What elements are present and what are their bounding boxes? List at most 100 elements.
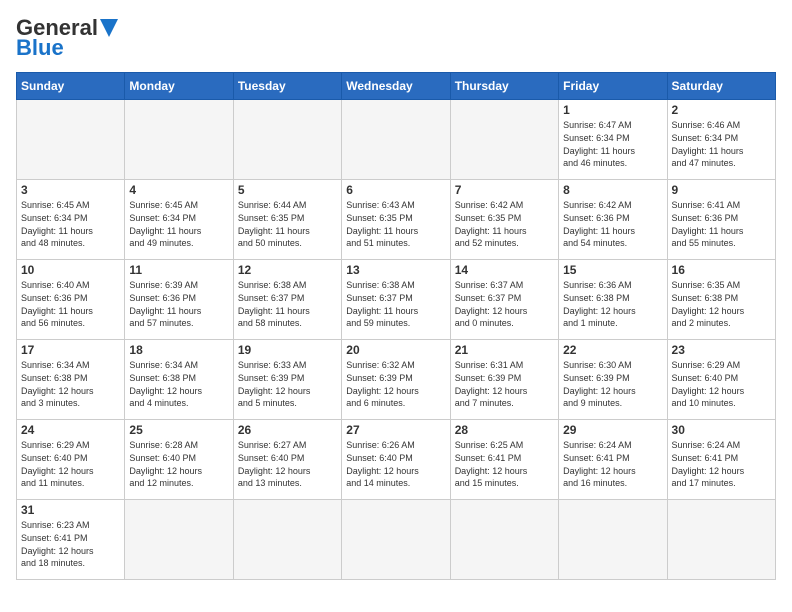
calendar-day-cell	[233, 500, 341, 580]
day-info: Sunrise: 6:23 AM Sunset: 6:41 PM Dayligh…	[21, 519, 120, 569]
calendar-day-cell: 1 Sunrise: 6:47 AM Sunset: 6:34 PM Daylig…	[559, 100, 667, 180]
day-number: 16	[672, 263, 771, 277]
weekday-header: Saturday	[667, 73, 775, 100]
day-info: Sunrise: 6:44 AM Sunset: 6:35 PM Dayligh…	[238, 199, 337, 249]
day-number: 4	[129, 183, 228, 197]
day-info: Sunrise: 6:32 AM Sunset: 6:39 PM Dayligh…	[346, 359, 445, 409]
calendar-day-cell: 23Sunrise: 6:29 AM Sunset: 6:40 PM Dayli…	[667, 340, 775, 420]
day-number: 24	[21, 423, 120, 437]
day-info: Sunrise: 6:41 AM Sunset: 6:36 PM Dayligh…	[672, 199, 771, 249]
day-info: Sunrise: 6:36 AM Sunset: 6:38 PM Dayligh…	[563, 279, 662, 329]
calendar-day-cell: 12 Sunrise: 6:38 AM Sunset: 6:37 PM Dayli…	[233, 260, 341, 340]
day-info: Sunrise: 6:42 AM Sunset: 6:36 PM Dayligh…	[563, 199, 662, 249]
calendar-day-cell: 26 Sunrise: 6:27 AM Sunset: 6:40 PM Dayli…	[233, 420, 341, 500]
calendar-day-cell	[450, 500, 558, 580]
day-info: Sunrise: 6:35 AM Sunset: 6:38 PM Dayligh…	[672, 279, 771, 329]
day-info: Sunrise: 6:30 AM Sunset: 6:39 PM Dayligh…	[563, 359, 662, 409]
day-number: 28	[455, 423, 554, 437]
calendar-day-cell: 5 Sunrise: 6:44 AM Sunset: 6:35 PM Daylig…	[233, 180, 341, 260]
logo-triangle-icon	[100, 19, 118, 37]
calendar-day-cell: 4 Sunrise: 6:45 AM Sunset: 6:34 PM Daylig…	[125, 180, 233, 260]
day-number: 20	[346, 343, 445, 357]
calendar-day-cell: 16 Sunrise: 6:35 AM Sunset: 6:38 PM Dayli…	[667, 260, 775, 340]
calendar-day-cell	[559, 500, 667, 580]
calendar-week-row: 24 Sunrise: 6:29 AM Sunset: 6:40 PM Dayli…	[17, 420, 776, 500]
calendar-day-cell	[342, 500, 450, 580]
calendar-day-cell	[125, 500, 233, 580]
day-info: Sunrise: 6:47 AM Sunset: 6:34 PM Dayligh…	[563, 119, 662, 169]
day-info: Sunrise: 6:24 AM Sunset: 6:41 PM Dayligh…	[563, 439, 662, 489]
calendar-day-cell: 8 Sunrise: 6:42 AM Sunset: 6:36 PM Daylig…	[559, 180, 667, 260]
day-number: 25	[129, 423, 228, 437]
day-number: 1	[563, 103, 662, 117]
day-number: 13	[346, 263, 445, 277]
calendar-day-cell: 15 Sunrise: 6:36 AM Sunset: 6:38 PM Dayli…	[559, 260, 667, 340]
day-info: Sunrise: 6:38 AM Sunset: 6:37 PM Dayligh…	[238, 279, 337, 329]
calendar-day-cell: 30Sunrise: 6:24 AM Sunset: 6:41 PM Dayli…	[667, 420, 775, 500]
calendar-day-cell: 3 Sunrise: 6:45 AM Sunset: 6:34 PM Daylig…	[17, 180, 125, 260]
logo: General Blue	[16, 16, 118, 60]
day-info: Sunrise: 6:45 AM Sunset: 6:34 PM Dayligh…	[129, 199, 228, 249]
calendar-week-row: 31 Sunrise: 6:23 AM Sunset: 6:41 PM Dayli…	[17, 500, 776, 580]
day-number: 31	[21, 503, 120, 517]
day-number: 10	[21, 263, 120, 277]
calendar-day-cell: 25 Sunrise: 6:28 AM Sunset: 6:40 PM Dayli…	[125, 420, 233, 500]
day-number: 22	[563, 343, 662, 357]
day-info: Sunrise: 6:29 AM Sunset: 6:40 PM Dayligh…	[672, 359, 771, 409]
day-info: Sunrise: 6:31 AM Sunset: 6:39 PM Dayligh…	[455, 359, 554, 409]
day-info: Sunrise: 6:29 AM Sunset: 6:40 PM Dayligh…	[21, 439, 120, 489]
day-number: 11	[129, 263, 228, 277]
weekday-header: Sunday	[17, 73, 125, 100]
day-info: Sunrise: 6:28 AM Sunset: 6:40 PM Dayligh…	[129, 439, 228, 489]
calendar-day-cell: 17 Sunrise: 6:34 AM Sunset: 6:38 PM Dayli…	[17, 340, 125, 420]
calendar-day-cell: 2Sunrise: 6:46 AM Sunset: 6:34 PM Daylig…	[667, 100, 775, 180]
calendar-day-cell: 29Sunrise: 6:24 AM Sunset: 6:41 PM Dayli…	[559, 420, 667, 500]
weekday-header: Tuesday	[233, 73, 341, 100]
calendar-day-cell	[125, 100, 233, 180]
calendar-day-cell	[450, 100, 558, 180]
day-number: 8	[563, 183, 662, 197]
calendar-day-cell: 19Sunrise: 6:33 AM Sunset: 6:39 PM Dayli…	[233, 340, 341, 420]
calendar-day-cell: 7Sunrise: 6:42 AM Sunset: 6:35 PM Daylig…	[450, 180, 558, 260]
calendar-day-cell: 28 Sunrise: 6:25 AM Sunset: 6:41 PM Dayli…	[450, 420, 558, 500]
calendar-week-row: 17 Sunrise: 6:34 AM Sunset: 6:38 PM Dayli…	[17, 340, 776, 420]
calendar-day-cell: 18Sunrise: 6:34 AM Sunset: 6:38 PM Dayli…	[125, 340, 233, 420]
calendar-day-cell	[233, 100, 341, 180]
calendar-day-cell: 13Sunrise: 6:38 AM Sunset: 6:37 PM Dayli…	[342, 260, 450, 340]
calendar-day-cell	[17, 100, 125, 180]
calendar-day-cell: 14Sunrise: 6:37 AM Sunset: 6:37 PM Dayli…	[450, 260, 558, 340]
day-number: 12	[238, 263, 337, 277]
calendar-day-cell	[667, 500, 775, 580]
calendar-day-cell: 24 Sunrise: 6:29 AM Sunset: 6:40 PM Dayli…	[17, 420, 125, 500]
day-info: Sunrise: 6:27 AM Sunset: 6:40 PM Dayligh…	[238, 439, 337, 489]
day-info: Sunrise: 6:45 AM Sunset: 6:34 PM Dayligh…	[21, 199, 120, 249]
day-number: 7	[455, 183, 554, 197]
day-info: Sunrise: 6:34 AM Sunset: 6:38 PM Dayligh…	[21, 359, 120, 409]
calendar-day-cell	[342, 100, 450, 180]
calendar-day-cell: 22 Sunrise: 6:30 AM Sunset: 6:39 PM Dayli…	[559, 340, 667, 420]
page-header: General Blue	[16, 16, 776, 60]
calendar-day-cell: 10Sunrise: 6:40 AM Sunset: 6:36 PM Dayli…	[17, 260, 125, 340]
day-info: Sunrise: 6:24 AM Sunset: 6:41 PM Dayligh…	[672, 439, 771, 489]
day-number: 18	[129, 343, 228, 357]
logo-container: General Blue	[16, 16, 118, 60]
day-number: 3	[21, 183, 120, 197]
weekday-header: Friday	[559, 73, 667, 100]
calendar-day-cell: 6Sunrise: 6:43 AM Sunset: 6:35 PM Daylig…	[342, 180, 450, 260]
day-info: Sunrise: 6:46 AM Sunset: 6:34 PM Dayligh…	[672, 119, 771, 169]
day-number: 27	[346, 423, 445, 437]
day-info: Sunrise: 6:39 AM Sunset: 6:36 PM Dayligh…	[129, 279, 228, 329]
weekday-header: Thursday	[450, 73, 558, 100]
day-number: 15	[563, 263, 662, 277]
calendar-day-cell: 27Sunrise: 6:26 AM Sunset: 6:40 PM Dayli…	[342, 420, 450, 500]
day-number: 9	[672, 183, 771, 197]
day-number: 26	[238, 423, 337, 437]
day-number: 21	[455, 343, 554, 357]
day-number: 5	[238, 183, 337, 197]
day-number: 17	[21, 343, 120, 357]
day-number: 6	[346, 183, 445, 197]
calendar-day-cell: 11 Sunrise: 6:39 AM Sunset: 6:36 PM Dayli…	[125, 260, 233, 340]
calendar-day-cell: 20 Sunrise: 6:32 AM Sunset: 6:39 PM Dayli…	[342, 340, 450, 420]
day-info: Sunrise: 6:25 AM Sunset: 6:41 PM Dayligh…	[455, 439, 554, 489]
calendar-week-row: 3 Sunrise: 6:45 AM Sunset: 6:34 PM Daylig…	[17, 180, 776, 260]
